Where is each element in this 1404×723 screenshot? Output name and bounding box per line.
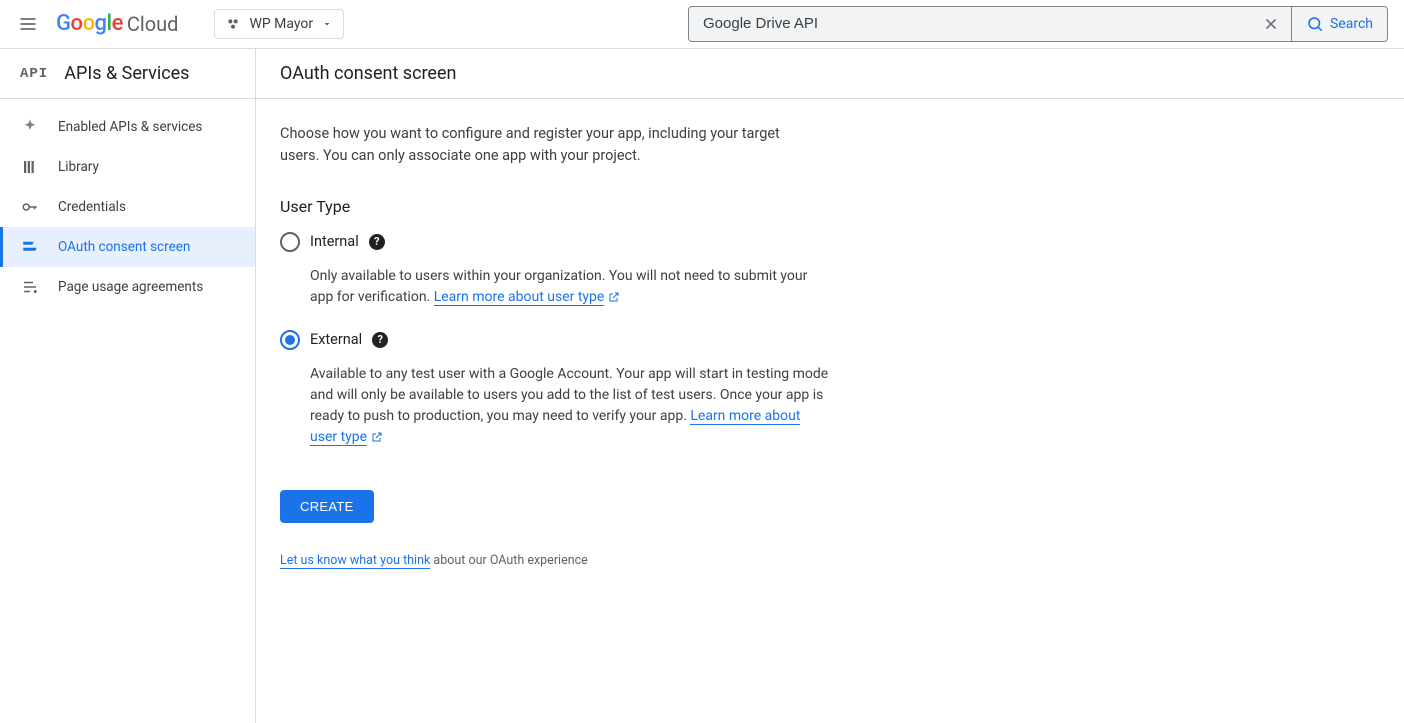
- sidebar-item-label: Library: [58, 159, 99, 175]
- radio-label-internal: Internal: [310, 233, 359, 250]
- create-button[interactable]: CREATE: [280, 490, 374, 523]
- search-button-label: Search: [1330, 16, 1373, 32]
- feedback-line: Let us know what you think about our OAu…: [280, 553, 1052, 568]
- library-icon: [20, 157, 40, 177]
- api-mark: API: [20, 66, 48, 82]
- sidebar-item-label: Enabled APIs & services: [58, 119, 202, 135]
- radio-row-external[interactable]: External ?: [280, 330, 1052, 350]
- radio-row-internal[interactable]: Internal ?: [280, 232, 1052, 252]
- search-input[interactable]: [689, 7, 1251, 41]
- radio-internal[interactable]: [280, 232, 300, 252]
- cloud-text: Cloud: [127, 12, 179, 36]
- external-link-icon: [371, 431, 383, 443]
- menu-icon[interactable]: [16, 12, 40, 36]
- sidebar-item-oauth-consent[interactable]: OAuth consent screen: [0, 227, 255, 267]
- section-title-user-type: User Type: [280, 197, 1052, 216]
- google-cloud-logo[interactable]: Google Cloud: [56, 11, 178, 36]
- page-intro: Choose how you want to configure and reg…: [280, 123, 800, 167]
- project-picker[interactable]: WP Mayor: [214, 9, 344, 39]
- sidebar-header[interactable]: API APIs & Services: [0, 49, 255, 99]
- sidebar-nav: Enabled APIs & services Library Credenti…: [0, 99, 255, 307]
- caret-down-icon: [321, 18, 333, 30]
- sidebar: API APIs & Services Enabled APIs & servi…: [0, 49, 256, 723]
- radio-external[interactable]: [280, 330, 300, 350]
- consent-icon: [20, 237, 40, 257]
- help-icon[interactable]: ?: [369, 234, 385, 250]
- feedback-rest: about our OAuth experience: [430, 553, 587, 568]
- sidebar-item-label: Page usage agreements: [58, 279, 203, 295]
- help-icon[interactable]: ?: [372, 332, 388, 348]
- topbar: Google Cloud WP Mayor Search: [0, 0, 1404, 48]
- main: OAuth consent screen Choose how you want…: [256, 49, 1404, 723]
- project-icon: [225, 16, 241, 32]
- key-icon: [20, 197, 40, 217]
- sidebar-item-credentials[interactable]: Credentials: [0, 187, 255, 227]
- clear-search-button[interactable]: [1251, 7, 1291, 41]
- sidebar-item-library[interactable]: Library: [0, 147, 255, 187]
- feedback-link[interactable]: Let us know what you think: [280, 553, 430, 569]
- sidebar-item-label: Credentials: [58, 199, 126, 215]
- sidebar-title: APIs & Services: [64, 63, 189, 84]
- project-name: WP Mayor: [249, 16, 313, 32]
- search-bar: Search: [688, 6, 1388, 42]
- enabled-apis-icon: [20, 117, 40, 137]
- sidebar-item-page-usage[interactable]: Page usage agreements: [0, 267, 255, 307]
- search-icon: [1306, 15, 1324, 33]
- page-title: OAuth consent screen: [280, 63, 1380, 84]
- search-button[interactable]: Search: [1292, 7, 1387, 41]
- radio-desc-external: Available to any test user with a Google…: [310, 364, 830, 448]
- external-link-icon: [608, 291, 620, 303]
- radio-desc-internal: Only available to users within your orga…: [310, 266, 830, 308]
- main-header: OAuth consent screen: [256, 49, 1404, 99]
- sidebar-item-enabled-apis[interactable]: Enabled APIs & services: [0, 107, 255, 147]
- sidebar-item-label: OAuth consent screen: [58, 239, 190, 255]
- radio-label-external: External: [310, 331, 362, 348]
- learn-more-link-internal[interactable]: Learn more about user type: [434, 289, 605, 306]
- content: Choose how you want to configure and reg…: [256, 99, 1076, 592]
- shell: API APIs & Services Enabled APIs & servi…: [0, 49, 1404, 723]
- agreements-icon: [20, 277, 40, 297]
